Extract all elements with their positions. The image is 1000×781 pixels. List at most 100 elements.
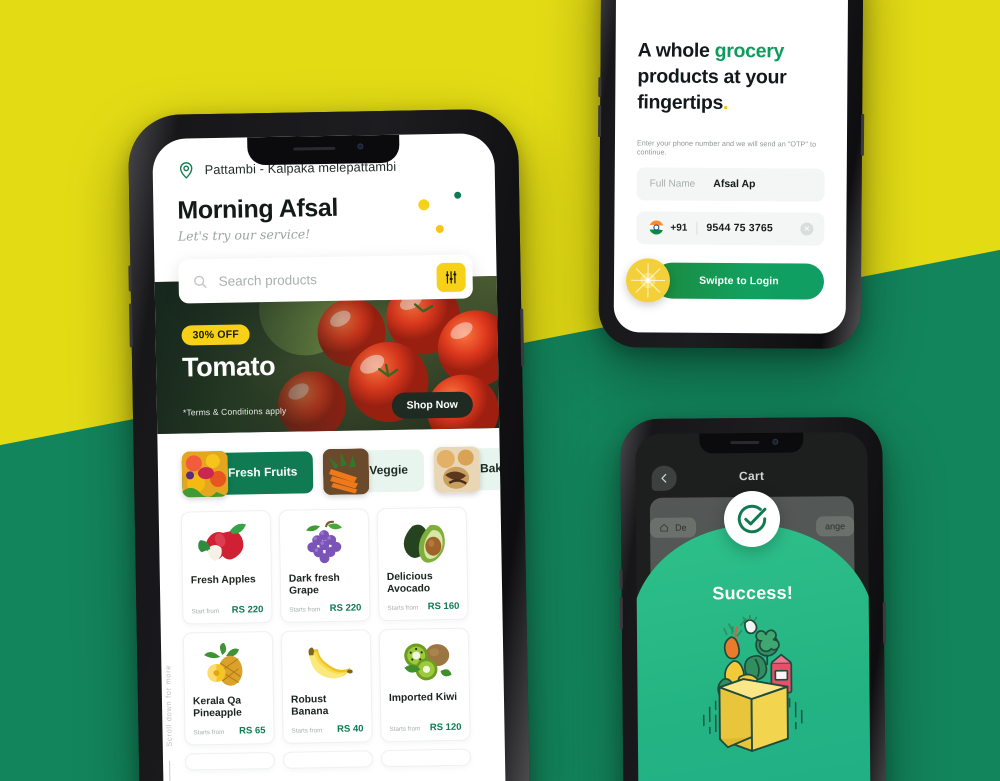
delivery-chip[interactable]: De — [649, 517, 696, 538]
front-camera — [772, 438, 779, 445]
product-card[interactable]: Imported Kiwi Starts from RS 120 — [378, 627, 471, 743]
full-name-field[interactable]: Full Name Afsal Ap — [636, 167, 825, 202]
filter-button[interactable] — [436, 262, 466, 292]
grapes-icon — [306, 520, 342, 564]
headline-highlight: grocery — [714, 39, 785, 63]
category-item-fresh-fruits[interactable]: Fresh Fruits — [181, 449, 314, 498]
category-thumb-fruits — [181, 450, 229, 498]
product-card[interactable]: Delicious Avocado Starts from RS 160 — [376, 506, 469, 622]
change-chip[interactable]: ange — [815, 516, 855, 537]
product-image-banana — [290, 638, 363, 689]
product-image-grape — [288, 517, 361, 568]
login-headline: A whole grocery products at your fingert… — [637, 38, 826, 117]
phone-notch — [699, 432, 804, 454]
volume-down-button[interactable] — [619, 597, 623, 630]
search-icon — [194, 275, 207, 288]
search-section: Search products — [154, 254, 497, 304]
lemon-slice-icon[interactable] — [625, 258, 671, 303]
earpiece-speaker — [730, 440, 760, 444]
search-input[interactable]: Search products — [178, 254, 473, 304]
banner-terms: *Terms & Conditions apply — [182, 405, 287, 418]
volume-down-button[interactable] — [598, 105, 602, 138]
product-card[interactable]: Kerala Qa Pineapple Starts from RS 65 — [182, 631, 275, 746]
product-price: RS 220 — [231, 604, 264, 616]
power-button[interactable] — [882, 601, 887, 644]
product-starts-from: Starts from — [387, 604, 419, 613]
product-starts-from: Starts from — [193, 728, 225, 737]
pineapple-icon — [204, 642, 243, 686]
volume-up-button[interactable] — [619, 569, 623, 590]
map-pin-icon — [179, 162, 193, 179]
phone-number-field[interactable]: +91 9544 75 3765 ✕ — [636, 211, 825, 246]
swipe-login-button[interactable]: Swipte to Login — [653, 262, 825, 300]
apple-icon — [198, 523, 246, 561]
india-flag-icon — [649, 220, 664, 235]
login-content: A whole grocery products at your fingert… — [614, 0, 848, 246]
check-circle-icon — [737, 504, 767, 534]
pastries-image — [433, 446, 481, 494]
product-card[interactable]: Dark fresh Grape Starts from RS 220 — [278, 508, 371, 623]
phone-cart-mockup: Cart De ange Success! — [619, 416, 887, 781]
country-code: +91 — [670, 222, 688, 234]
banana-icon — [308, 647, 353, 679]
phone-login-mockup: A whole grocery products at your fingert… — [598, 0, 865, 349]
swipe-login-control[interactable]: Swipte to Login — [625, 258, 825, 303]
category-label: Veggie — [369, 462, 409, 478]
product-price: RS 160 — [427, 600, 460, 613]
product-name: Fresh Apples — [190, 574, 256, 587]
avocado-icon — [403, 524, 445, 563]
discount-badge: 30% OFF — [181, 324, 251, 346]
clear-circle-icon[interactable]: ✕ — [800, 222, 814, 236]
decor-dot-green — [454, 191, 462, 199]
product-starts-from: Starts from — [289, 606, 321, 614]
category-label: Fresh Fruits — [227, 464, 298, 480]
product-name: Delicious Avocado — [386, 571, 433, 596]
cart-title: Cart — [738, 468, 765, 484]
volume-up-button[interactable] — [598, 77, 602, 98]
change-chip-label: ange — [824, 521, 846, 532]
product-image-avocado — [386, 516, 459, 567]
phone-notch — [247, 134, 400, 166]
delivery-chip-label: De — [675, 522, 687, 533]
product-name: Robust Banana — [290, 694, 329, 719]
field-divider — [696, 221, 698, 235]
headline-part-2: products at your fingertips — [637, 65, 787, 114]
home-screen: Pattambi - Kalpaka melepattambi Morning … — [152, 133, 507, 781]
grocery-bag-icon — [693, 614, 814, 760]
otp-note: Enter your phone number and we will send… — [636, 138, 817, 157]
product-card-partial[interactable] — [184, 751, 276, 771]
phone-number-value: 9544 75 3765 — [706, 222, 774, 235]
product-image-apples — [190, 519, 263, 570]
search-placeholder: Search products — [218, 271, 318, 289]
shop-now-button[interactable]: Shop Now — [391, 391, 474, 419]
carrots-image — [322, 448, 370, 496]
category-item-veggie[interactable]: Veggie — [322, 447, 425, 496]
category-label: Bakery — [479, 460, 501, 476]
product-card-partial[interactable] — [380, 748, 472, 768]
product-starts-from: Starts from — [389, 725, 421, 733]
earpiece-speaker — [292, 146, 336, 151]
category-thumb-veggie — [322, 448, 370, 496]
phone-home-mockup: Pattambi - Kalpaka melepattambi Morning … — [127, 108, 531, 781]
product-grid: Fresh Apples Start from RS 220 Dark fres… — [159, 500, 506, 771]
category-thumb-bakery — [433, 446, 481, 494]
product-card-partial[interactable] — [282, 750, 374, 769]
product-price: RS 120 — [429, 721, 462, 734]
product-name: Kerala Qa Pineapple — [192, 695, 242, 720]
success-label: Success! — [712, 582, 794, 604]
cart-screen: Cart De ange Success! — [635, 431, 871, 781]
product-card[interactable]: Robust Banana Starts from RS 40 — [280, 629, 373, 744]
product-price: RS 220 — [329, 602, 362, 615]
product-image-kiwi — [388, 637, 461, 688]
swipe-login-label: Swipte to Login — [699, 274, 779, 288]
success-check-badge — [723, 490, 781, 548]
category-list: Fresh Fruits Veggie Bakery — [157, 428, 501, 506]
banner-content: 30% OFF Tomato — [181, 324, 275, 384]
login-screen: A whole grocery products at your fingert… — [613, 0, 849, 334]
volume-up-button[interactable] — [128, 265, 132, 292]
product-card[interactable]: Fresh Apples Start from RS 220 — [180, 510, 273, 625]
category-item-bakery[interactable]: Bakery — [433, 445, 501, 494]
power-button[interactable] — [860, 113, 865, 156]
product-price: RS 40 — [336, 723, 364, 735]
headline-dot: . — [723, 91, 729, 114]
